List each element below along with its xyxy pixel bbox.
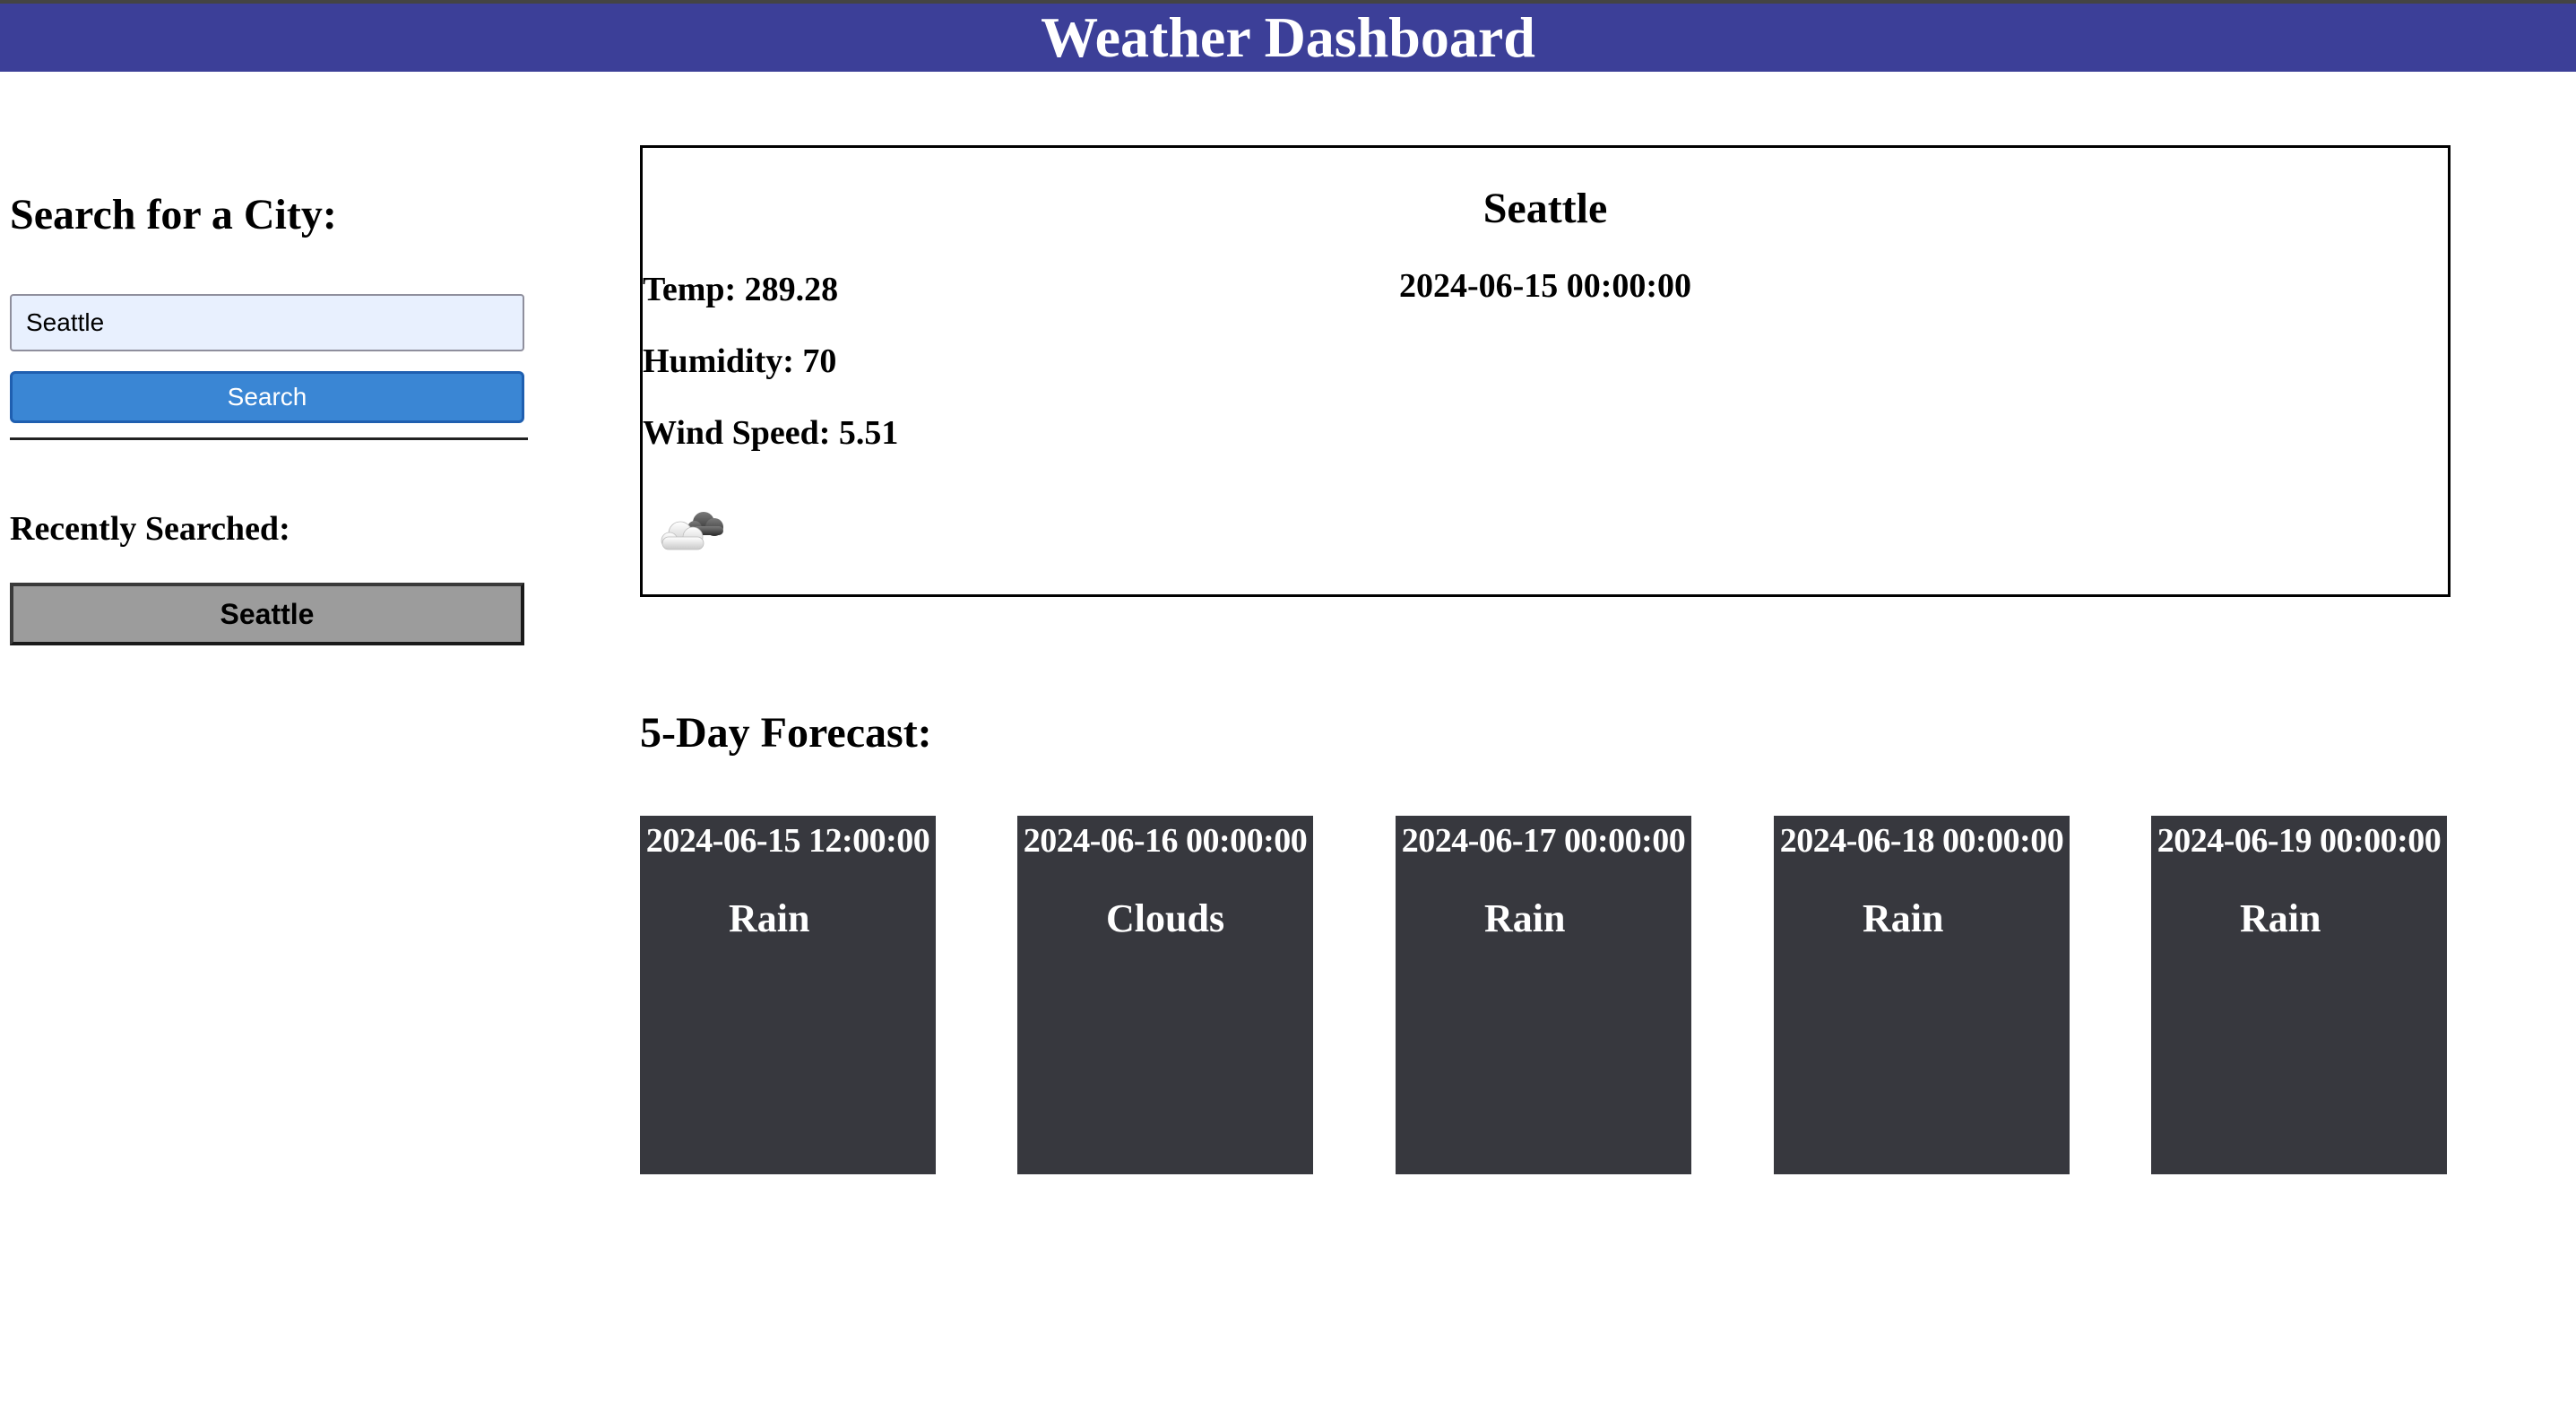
cloudy-icon xyxy=(661,512,723,550)
forecast-date: 2024-06-18 00:00:00 xyxy=(1779,822,2064,860)
forecast-description: Rain xyxy=(729,896,810,940)
recent-city-button[interactable]: Seattle xyxy=(10,583,524,645)
forecast-card: 2024-06-18 00:00:00 Rain xyxy=(1774,816,2070,1174)
forecast-description: Clouds xyxy=(1106,896,1225,940)
current-weather-card: Seattle 2024-06-15 00:00:00 Temp: 289.28… xyxy=(640,145,2451,597)
sidebar-divider xyxy=(10,437,528,440)
header-bar: Weather Dashboard xyxy=(0,0,2576,72)
forecast-description: Rain xyxy=(1863,896,1944,940)
forecast-date: 2024-06-16 00:00:00 xyxy=(1023,822,1308,860)
forecast-card: 2024-06-19 00:00:00 Rain xyxy=(2151,816,2447,1174)
forecast-date: 2024-06-15 12:00:00 xyxy=(645,822,930,860)
weather-dashboard-page: Weather Dashboard Search for a City: Sea… xyxy=(0,0,2576,1402)
current-temp: Temp: 289.28 xyxy=(643,271,839,308)
current-date: 2024-06-15 00:00:00 xyxy=(1398,267,1692,305)
forecast-date: 2024-06-17 00:00:00 xyxy=(1401,822,1686,860)
search-button[interactable]: Search xyxy=(10,371,524,423)
forecast-heading: 5-Day Forecast: xyxy=(640,709,932,757)
recently-searched-heading: Recently Searched: xyxy=(10,510,290,548)
forecast-card: 2024-06-15 12:00:00 Rain xyxy=(640,816,936,1174)
current-humidity: Humidity: 70 xyxy=(643,342,837,380)
forecast-card: 2024-06-16 00:00:00 Clouds xyxy=(1017,816,1313,1174)
forecast-description: Rain xyxy=(1484,896,1566,940)
forecast-date: 2024-06-19 00:00:00 xyxy=(2157,822,2442,860)
current-wind-speed: Wind Speed: 5.51 xyxy=(643,414,899,452)
forecast-description: Rain xyxy=(2240,896,2321,940)
city-search-input[interactable] xyxy=(10,294,524,351)
forecast-card: 2024-06-17 00:00:00 Rain xyxy=(1396,816,1691,1174)
search-heading: Search for a City: xyxy=(10,191,337,238)
page-title: Weather Dashboard xyxy=(1041,5,1535,69)
current-city-name: Seattle xyxy=(1482,185,1608,232)
